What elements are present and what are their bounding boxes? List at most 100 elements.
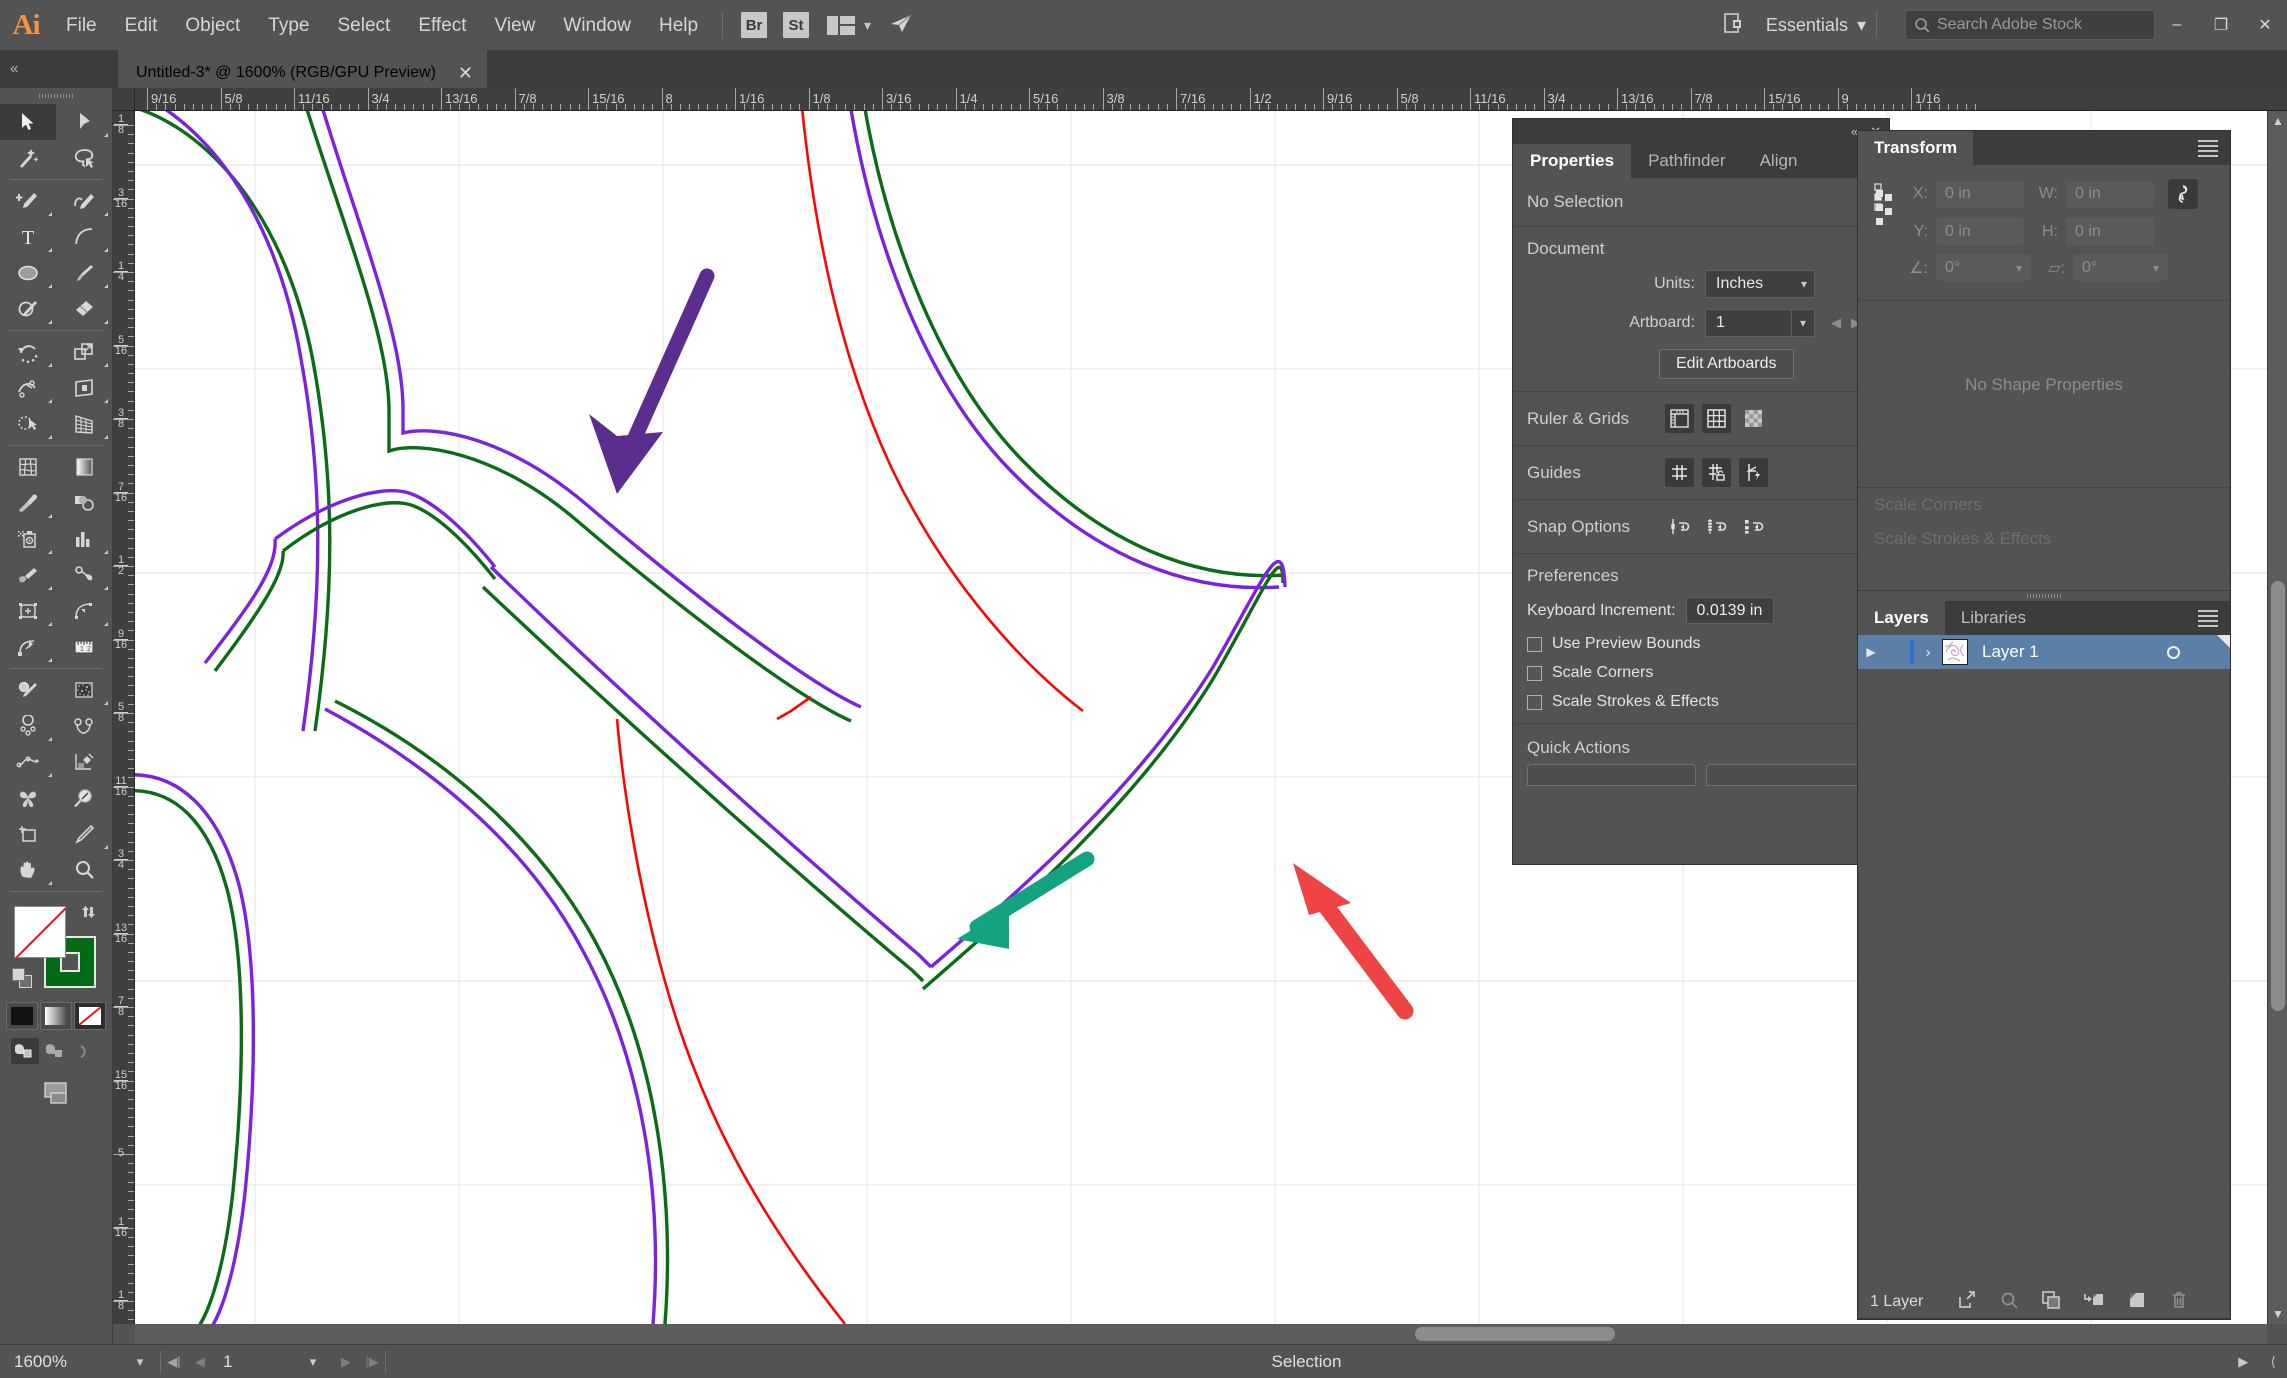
tab-properties[interactable]: Properties: [1513, 144, 1632, 178]
puppet-warp-tool[interactable]: [0, 629, 56, 665]
default-fill-stroke-icon[interactable]: [12, 968, 34, 990]
show-transparency-grid-icon[interactable]: [1739, 404, 1768, 433]
pencil-tool[interactable]: [0, 744, 56, 780]
paper-airplane-icon[interactable]: [889, 12, 913, 39]
live-paint-bucket-tool[interactable]: [0, 557, 56, 593]
ellipse-tool[interactable]: [0, 255, 56, 291]
symbol-sprayer-tool[interactable]: [0, 521, 56, 557]
transform-panel-menu-icon[interactable]: [2198, 139, 2218, 157]
swap-fill-stroke-icon[interactable]: [80, 904, 100, 926]
arrange-chevron-down-icon[interactable]: ▾: [864, 17, 871, 34]
eyedropper-tool[interactable]: [0, 485, 56, 521]
use-preview-bounds-checkbox[interactable]: [1527, 636, 1542, 652]
new-layer-icon[interactable]: [2127, 1290, 2147, 1315]
menu-window[interactable]: Window: [549, 0, 645, 50]
window-minimize-button[interactable]: –: [2155, 0, 2199, 50]
artboard-select[interactable]: 1 ▾: [1705, 309, 1815, 337]
width-tool[interactable]: [0, 370, 56, 406]
search-adobe-stock-input[interactable]: Search Adobe Stock: [1905, 10, 2155, 40]
color-mode-button[interactable]: [6, 1002, 38, 1030]
current-tool-status[interactable]: Selection: [386, 1345, 2227, 1378]
tab-pathfinder[interactable]: Pathfinder: [1631, 144, 1743, 178]
make-sublayer-icon[interactable]: [2041, 1290, 2061, 1315]
show-grid-icon[interactable]: [1702, 404, 1731, 433]
y-input[interactable]: 0 in: [1936, 218, 2024, 245]
slice-tool[interactable]: [56, 593, 112, 629]
use-preview-bounds-row[interactable]: Use Preview Bounds: [1527, 635, 1875, 653]
zoom-chevron-down-icon[interactable]: ▾: [120, 1345, 160, 1378]
layer-name[interactable]: Layer 1: [1982, 642, 2039, 662]
scissors-tool[interactable]: [0, 708, 56, 744]
status-play-icon[interactable]: ▶: [2238, 1354, 2248, 1370]
artboard-prev-icon[interactable]: ◀: [1831, 315, 1841, 331]
magic-wand-tool[interactable]: [0, 140, 56, 176]
scale-corners-checkbox[interactable]: [1527, 665, 1542, 681]
show-guides-icon[interactable]: [1665, 458, 1694, 487]
canvas-horizontal-scrollbar[interactable]: [135, 1324, 2267, 1344]
symbol-shift-tool[interactable]: [0, 780, 56, 816]
reshape-tool[interactable]: [56, 744, 112, 780]
scale-strokes-effects-checkbox[interactable]: [1527, 694, 1542, 710]
artboard-chevron-down-icon[interactable]: ▾: [293, 1345, 333, 1378]
tab-transform[interactable]: Transform: [1858, 131, 1974, 165]
draw-normal-button[interactable]: [11, 1038, 39, 1064]
document-properties-icon[interactable]: [1722, 12, 1744, 39]
hand-tool[interactable]: [0, 852, 56, 888]
vertical-scroll-thumb[interactable]: [2271, 581, 2285, 1011]
horizontal-ruler[interactable]: 9/16 5/8 11/16 3/4 13/16 7/8 15/16 8 1/16 1/8 3/16…: [135, 88, 2287, 111]
menu-type[interactable]: Type: [254, 0, 323, 50]
rotate-tool[interactable]: [0, 334, 56, 370]
last-artboard-icon[interactable]: |▶: [359, 1345, 385, 1378]
release-to-layers-icon[interactable]: [1957, 1290, 1977, 1315]
layers-panel-grip[interactable]: [1858, 591, 2230, 601]
properties-panel-titlebar[interactable]: « ✕: [1513, 119, 1889, 144]
menu-file[interactable]: File: [52, 0, 111, 50]
collapsed-dock-strip[interactable]: [1876, 190, 1892, 260]
direct-selection-tool[interactable]: [56, 104, 112, 140]
pattern-tool[interactable]: [56, 672, 112, 708]
delete-layer-icon[interactable]: [2169, 1290, 2189, 1315]
canvas-vertical-scrollbar[interactable]: ▲ ▼: [2267, 111, 2287, 1324]
rotate-input[interactable]: 0° ▾: [1936, 254, 2031, 281]
curvature-tool[interactable]: [56, 183, 112, 219]
stock-launch-button[interactable]: St: [783, 12, 810, 38]
layer-visibility-icon[interactable]: ▶: [1858, 645, 1884, 659]
fill-color-swatch[interactable]: [14, 906, 67, 959]
scale-corners-row[interactable]: Scale Corners: [1527, 664, 1875, 682]
none-mode-button[interactable]: [74, 1002, 106, 1030]
collapse-panel-icon[interactable]: «: [10, 60, 18, 77]
draw-inside-button[interactable]: [73, 1038, 101, 1064]
lasso-tool[interactable]: [56, 140, 112, 176]
arrange-documents-icon[interactable]: [827, 15, 856, 35]
edit-artboards-button[interactable]: Edit Artboards: [1659, 349, 1794, 379]
scale-tool[interactable]: [56, 334, 112, 370]
quick-action-button-1[interactable]: [1527, 764, 1696, 786]
menu-edit[interactable]: Edit: [111, 0, 172, 50]
bridge-launch-button[interactable]: Br: [741, 12, 768, 38]
selection-tool[interactable]: [0, 104, 56, 140]
column-graph-tool[interactable]: [56, 521, 112, 557]
layer-target-circle-icon[interactable]: [2167, 645, 2180, 659]
artboard-number-value[interactable]: 1: [213, 1345, 293, 1378]
shape-builder-tool[interactable]: [0, 406, 56, 442]
show-rulers-icon[interactable]: [1665, 404, 1694, 433]
layer-expand-chevron-icon[interactable]: ›: [1914, 644, 1942, 661]
horizontal-scroll-thumb[interactable]: [1415, 1327, 1615, 1341]
blob-brush-tool[interactable]: [0, 672, 56, 708]
document-tab-close-icon[interactable]: ✕: [458, 63, 473, 84]
free-transform-tool[interactable]: [56, 370, 112, 406]
constrain-proportions-icon[interactable]: [2168, 179, 2198, 209]
line-segment-tool[interactable]: [56, 219, 112, 255]
scale-strokes-effects-row[interactable]: Scale Strokes & Effects: [1527, 693, 1875, 711]
shape-builder-alt-tool[interactable]: [56, 557, 112, 593]
vertical-ruler[interactable]: 1 8 3 16 1 4 5 16 3 8 7 16 1 2 9 16 5 8 11 16 3 4 13 16 7 8 15 16 5 1…: [113, 111, 135, 1324]
next-artboard-icon[interactable]: ▶: [333, 1345, 359, 1378]
create-sublayer-icon[interactable]: [2083, 1290, 2105, 1315]
tab-libraries[interactable]: Libraries: [1945, 601, 2042, 635]
menu-effect[interactable]: Effect: [404, 0, 480, 50]
units-select[interactable]: Inches ▾: [1705, 270, 1815, 298]
scroll-up-icon[interactable]: ▲: [2268, 111, 2287, 131]
prev-artboard-icon[interactable]: ◀: [187, 1345, 213, 1378]
blend-tool[interactable]: [56, 485, 112, 521]
ruler-origin-corner[interactable]: [113, 88, 135, 111]
